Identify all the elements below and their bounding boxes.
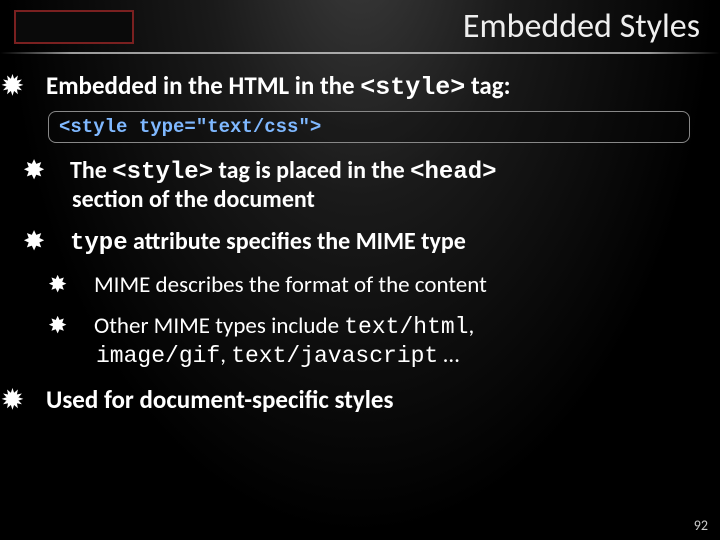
bullet-lvl3: ✸Other MIME types include text/html, bbox=[24, 313, 696, 342]
code-inline: image/gif bbox=[96, 343, 220, 369]
text: The bbox=[70, 156, 112, 185]
top-left-box bbox=[14, 10, 134, 44]
star-icon: ✸ bbox=[72, 313, 94, 341]
bullet-lvl2: ✸type attribute specifies the MIME type bbox=[24, 228, 696, 258]
code-inline: text/javascript bbox=[231, 343, 438, 369]
slide-title: Embedded Styles bbox=[463, 6, 700, 47]
code-inline: type bbox=[70, 230, 128, 257]
code-inline: text/html bbox=[344, 314, 468, 340]
text: Other MIME types include bbox=[94, 312, 344, 340]
text: … bbox=[438, 341, 459, 369]
star-icon: ✹ bbox=[24, 386, 46, 415]
bullet-lvl1: ✹Used for document-specific styles bbox=[24, 386, 696, 415]
text: section of the document bbox=[72, 185, 315, 214]
code-inline: <style> bbox=[112, 159, 213, 186]
star-icon: ✸ bbox=[48, 228, 70, 256]
slide-content: ✹Embedded in the HTML in the <style> tag… bbox=[0, 62, 720, 415]
text: , bbox=[220, 341, 231, 369]
bullet-lvl2: ✸The <style> tag is placed in the <head> bbox=[24, 157, 696, 187]
text: MIME describes the format of the content bbox=[94, 271, 487, 299]
text: Embedded in the HTML in the bbox=[46, 70, 360, 101]
bullet-lvl3: ✸MIME describes the format of the conten… bbox=[24, 272, 696, 300]
bullet-lvl1: ✹Embedded in the HTML in the <style> tag… bbox=[24, 72, 696, 103]
text: tag: bbox=[465, 70, 510, 101]
text: tag is placed in the bbox=[213, 156, 410, 185]
text: , bbox=[468, 312, 474, 340]
title-divider bbox=[0, 52, 720, 54]
code-inline: <style> bbox=[360, 73, 465, 102]
star-icon: ✸ bbox=[48, 157, 70, 185]
page-number: 92 bbox=[694, 517, 708, 534]
bullet-lvl2-cont: section of the document bbox=[24, 186, 696, 214]
bullet-lvl3-cont: image/gif, text/javascript … bbox=[24, 342, 696, 371]
code-box: <style type="text/css"> bbox=[48, 111, 690, 143]
star-icon: ✹ bbox=[24, 72, 46, 101]
text: attribute specifies the MIME type bbox=[128, 227, 466, 256]
text: Used for document-specific styles bbox=[46, 384, 393, 415]
code-inline: <head> bbox=[410, 159, 496, 186]
code-text: <style type="text/css"> bbox=[59, 116, 321, 138]
star-icon: ✸ bbox=[72, 272, 94, 300]
